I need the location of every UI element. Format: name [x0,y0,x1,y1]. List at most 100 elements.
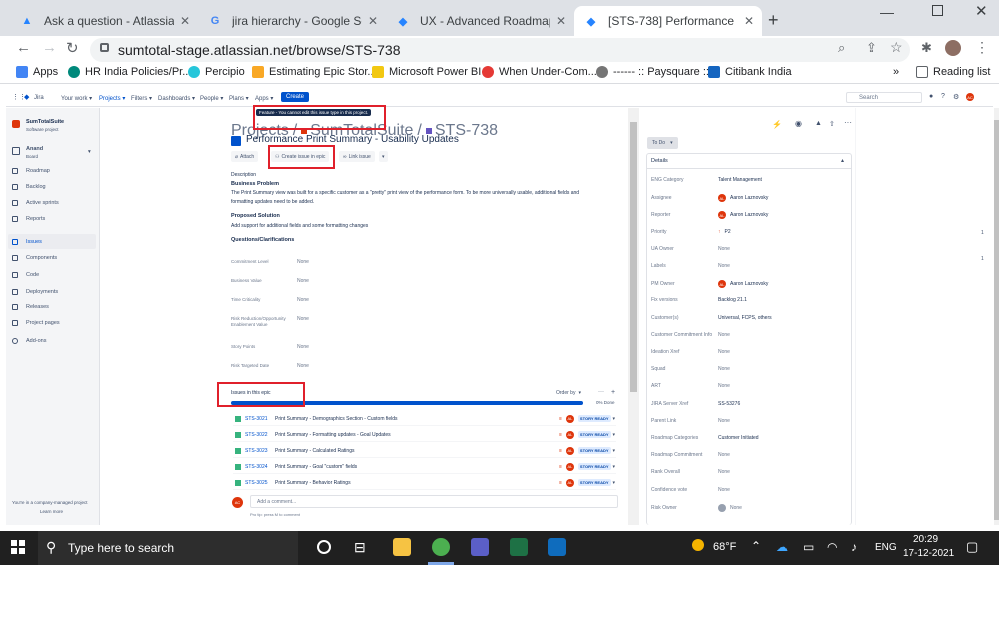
sidebar-item-add-ons[interactable]: Add-ons [12,338,47,344]
extensions-icon[interactable]: ✱ [921,40,932,56]
feature-type-icon[interactable] [231,136,241,146]
child-key[interactable]: STS-3025 [245,480,275,486]
comment-input[interactable]: Add a comment... [250,495,618,508]
maximize-button[interactable] [932,5,943,16]
sidebar-item-active-sprints[interactable]: Active sprints [12,200,59,206]
bookmark-star-icon[interactable]: ☆ [890,39,903,56]
bookmark-percipio[interactable]: Percipio [188,66,245,78]
detail-value[interactable]: Aaron Laznovsky [730,212,768,218]
detail-value[interactable]: None [718,332,730,338]
sidebar-item-releases[interactable]: Releases [12,304,49,310]
epic-child-row[interactable]: STS-3021 Print Summary - Demographics Sec… [233,412,616,426]
automation-icon[interactable]: ⚡ [772,120,782,129]
nav-plans[interactable]: Plans ▾ [229,95,249,102]
bookmark-apps[interactable]: Apps [16,66,58,78]
close-icon[interactable]: ✕ [744,14,754,28]
detail-value[interactable]: None [718,487,730,493]
detail-value[interactable]: None [718,383,730,389]
detail-value[interactable]: None [718,469,730,475]
wifi-icon[interactable]: ◠ [827,540,837,554]
settings-gear-icon[interactable]: ⚙ [953,93,959,101]
volume-icon[interactable]: ♪ [851,540,857,554]
detail-value[interactable]: None [718,418,730,424]
notifications-icon[interactable]: ● [929,93,933,100]
add-child-icon[interactable]: + [611,389,615,396]
minimize-button[interactable]: — [880,4,894,20]
nav-your-work[interactable]: Your work ▾ [61,95,92,102]
tab-google-search[interactable]: G jira hierarchy - Google Search ✕ [198,6,386,36]
windows-start-icon[interactable] [11,540,25,554]
detail-value[interactable]: None [730,505,742,511]
order-by-dropdown[interactable]: Order by ▾ [556,390,581,396]
nav-people[interactable]: People ▾ [200,95,223,102]
more-icon[interactable]: ··· [598,389,604,395]
board-name[interactable]: Anand [26,146,43,152]
field-value[interactable]: None [297,259,309,265]
field-value[interactable]: None [297,297,309,303]
epic-child-row[interactable]: STS-3023 Print Summary - Calculated Ratin… [233,444,616,458]
detail-value[interactable]: P2 [725,229,731,235]
sidebar-item-roadmap[interactable]: Roadmap [12,168,50,174]
forward-icon[interactable]: → [42,39,57,56]
status-badge[interactable]: STORY READY [577,447,611,454]
main-scroll-thumb[interactable] [630,122,637,392]
bookmark-citibank[interactable]: Citibank India [708,66,792,78]
child-summary[interactable]: Print Summary - Behavior Ratings [275,480,555,486]
epic-child-row[interactable]: STS-3025 Print Summary - Behavior Ratings… [233,476,616,490]
detail-value[interactable]: Aaron Laznovsky [730,195,768,201]
epic-child-row[interactable]: STS-3022 Print Summary - Formatting updat… [233,428,616,442]
detail-value[interactable]: Backlog 21.1 [718,297,747,303]
sidebar-item-components[interactable]: Components [12,255,57,261]
clock-date[interactable]: 17-12-2021 [903,548,954,559]
sidebar-item-backlog[interactable]: Backlog [12,184,46,190]
detail-value[interactable]: None [718,263,730,269]
chrome-icon[interactable] [432,538,450,556]
sidebar-item-issues[interactable]: Issues [12,239,42,245]
epic-child-row[interactable]: STS-3024 Print Summary - Goal "custom" fi… [233,460,616,474]
sidebar-item-deployments[interactable]: Deployments [12,289,58,295]
nav-projects[interactable]: Projects ▾ [99,95,125,102]
jira-product-label[interactable]: Jira [34,95,44,101]
bookmark-under-com[interactable]: When Under-Com... [482,66,597,78]
child-summary[interactable]: Print Summary - Calculated Ratings [275,448,555,454]
more-icon[interactable]: ··· [844,118,852,127]
status-badge[interactable]: STORY READY [577,431,611,438]
child-summary[interactable]: Print Summary - Formatting updates - Goa… [275,432,555,438]
reading-list-button[interactable]: Reading list [916,66,990,78]
detail-value[interactable]: Universal, FCPS, others [718,315,772,321]
detail-value[interactable]: None [718,246,730,252]
child-key[interactable]: STS-3024 [245,464,275,470]
back-icon[interactable]: ← [16,39,31,56]
profile-avatar[interactable] [945,40,961,56]
url-bar[interactable]: sumtotal-stage.atlassian.net/browse/STS-… [90,38,910,62]
sidebar-item-reports[interactable]: Reports [12,216,45,222]
details-heading[interactable]: Details [651,158,668,164]
weather-icon[interactable] [692,539,704,551]
close-window-button[interactable]: ✕ [975,2,988,20]
sidebar-item-project-pages[interactable]: Project pages [12,320,60,326]
user-avatar[interactable]: AC [966,93,974,101]
new-tab-button[interactable]: + [768,10,779,31]
create-button[interactable]: Create [281,92,310,102]
detail-value[interactable]: Customer Initiated [718,435,759,441]
excel-icon[interactable] [510,538,528,556]
nav-dashboards[interactable]: Dashboards ▾ [158,95,195,102]
detail-value[interactable]: Aaron Laznovsky [730,281,768,287]
menu-icon[interactable]: ⋮ [975,39,989,56]
network-icon[interactable]: ▭ [803,540,814,554]
share-icon[interactable]: ⇧ [829,120,835,128]
detail-value[interactable]: Talent Management [718,177,762,183]
project-name[interactable]: SumTotalSuite [26,119,64,125]
outlook-icon[interactable] [548,538,566,556]
share-icon[interactable]: ⇪ [866,40,877,56]
notification-center-icon[interactable]: ▢ [966,539,978,555]
sidebar-item-code[interactable]: Code [12,272,39,278]
child-summary[interactable]: Print Summary - Goal "custom" fields [275,464,555,470]
detail-value[interactable]: None [718,366,730,372]
child-key[interactable]: STS-3023 [245,448,275,454]
watch-eye-icon[interactable]: ◉ [795,119,802,128]
field-value[interactable]: None [297,316,309,322]
detail-value[interactable]: None [718,349,730,355]
language-indicator[interactable]: ENG [875,542,897,553]
status-badge[interactable]: STORY READY [577,415,611,422]
